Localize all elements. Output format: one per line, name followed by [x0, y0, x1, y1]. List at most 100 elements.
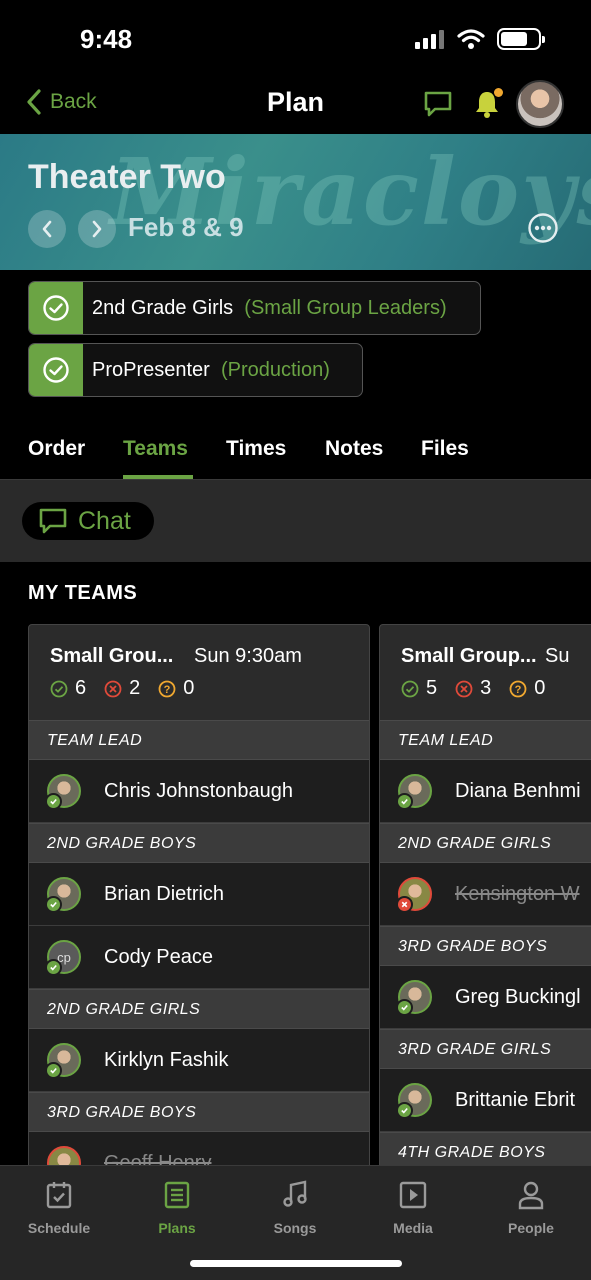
bottom-tab-label: People [508, 1220, 554, 1236]
status-bar: 9:48 [0, 0, 591, 80]
team-section-header: 3RD GRADE BOYS [29, 1092, 369, 1132]
status-counts: 6 2? 0 [50, 677, 194, 700]
position-pill[interactable]: 2nd Grade Girls (Small Group Leaders) [28, 281, 481, 335]
active-tab-indicator [123, 475, 193, 479]
team-card[interactable]: Small Group... Su 5 3? 0 TEAM LEAD Diana Benhm… [379, 624, 591, 1165]
check-circle-icon [29, 282, 83, 334]
position-team: ProPresenter [92, 358, 210, 381]
confirmed-count: 6 [75, 677, 87, 699]
team-member-row[interactable]: Kensington W [380, 863, 591, 926]
chevron-left-icon [42, 220, 52, 238]
chat-area: Chat [0, 480, 591, 562]
team-section-header: 2ND GRADE GIRLS [380, 823, 591, 863]
check-circle-icon [29, 344, 83, 396]
member-name: Diana Benhmi [455, 780, 581, 802]
confirmed-badge-icon [45, 1062, 62, 1079]
tab-order[interactable]: Order [28, 437, 85, 461]
team-member-row[interactable]: Brittanie Ebrit [380, 1069, 591, 1132]
cellular-signal-icon [415, 30, 444, 49]
confirmed-badge-icon [396, 793, 413, 810]
position-team: 2nd Grade Girls [92, 296, 234, 319]
tab-teams[interactable]: Teams [123, 437, 188, 461]
member-name: Kensington W [455, 883, 580, 905]
bottom-tab-people[interactable]: People [481, 1178, 581, 1236]
status-counts: 5 3? 0 [401, 677, 545, 700]
battery-icon [497, 28, 545, 50]
team-section-header: 2ND GRADE BOYS [29, 823, 369, 863]
bottom-tab-schedule[interactable]: Schedule [9, 1178, 109, 1236]
plan-date: Feb 8 & 9 [128, 212, 244, 242]
confirmed-badge-icon [396, 1102, 413, 1119]
plan-hero-banner: Miracloys Theater Two Feb 8 & 9 [0, 134, 591, 270]
position-role: (Small Group Leaders) [244, 296, 447, 319]
team-member-row[interactable]: Diana Benhmi [380, 760, 591, 823]
tab-notes[interactable]: Notes [325, 437, 383, 461]
team-member-row[interactable]: Geoff Henry [29, 1132, 369, 1165]
wifi-icon [457, 29, 485, 49]
person-icon [518, 1181, 544, 1210]
team-member-row[interactable]: Chris Johnstonbaugh [29, 760, 369, 823]
confirmed-icon [50, 680, 68, 697]
team-time: Sun 9:30am [194, 645, 302, 667]
confirmed-icon [401, 680, 419, 697]
team-card[interactable]: Small Grou... Sun 9:30am 6 2? 0 TEAM LEAD Chri… [28, 624, 370, 1165]
member-name: Greg Buckingl [455, 986, 581, 1008]
back-button[interactable]: Back [26, 88, 97, 116]
team-time: Su [545, 645, 570, 667]
user-avatar[interactable] [516, 80, 564, 128]
declined-count: 3 [480, 677, 492, 699]
tab-times[interactable]: Times [226, 437, 286, 461]
plan-tabs: Order Teams Times Notes Files [0, 420, 591, 480]
media-play-icon [399, 1181, 427, 1209]
position-pill[interactable]: ProPresenter (Production) [28, 343, 363, 397]
status-time: 9:48 [80, 24, 133, 54]
chat-bubble-icon [39, 508, 67, 534]
previous-plan-button[interactable] [28, 210, 66, 248]
chat-button[interactable]: Chat [22, 502, 154, 540]
chat-bubble-icon[interactable] [423, 90, 453, 118]
member-name: Chris Johnstonbaugh [104, 780, 294, 802]
confirmed-badge-icon [45, 896, 62, 913]
chevron-right-icon [92, 220, 102, 238]
unconfirmed-count: 0 [534, 677, 546, 699]
team-name: Small Group... [401, 645, 537, 667]
team-section-header: 3RD GRADE GIRLS [380, 1029, 591, 1069]
member-name: Brittanie Ebrit [455, 1089, 576, 1111]
nav-bar: Back Plan [0, 80, 591, 134]
more-options-icon[interactable] [527, 212, 559, 244]
team-section-header: TEAM LEAD [380, 720, 591, 760]
team-member-row[interactable]: Kirklyn Fashik [29, 1029, 369, 1092]
confirmed-count: 5 [426, 677, 438, 699]
confirmed-badge-icon [45, 793, 62, 810]
unconfirmed-icon: ? [509, 680, 527, 697]
team-card-header: Small Grou... Sun 9:30am 6 2? 0 [29, 625, 369, 720]
svg-text:?: ? [164, 684, 171, 696]
home-indicator [190, 1260, 402, 1267]
team-member-row[interactable]: Greg Buckingl [380, 966, 591, 1029]
bottom-tab-media[interactable]: Media [363, 1178, 463, 1236]
bottom-tab-songs[interactable]: Songs [245, 1178, 345, 1236]
back-label: Back [50, 90, 97, 113]
confirmed-badge-icon [396, 999, 413, 1016]
team-member-row[interactable]: cp Cody Peace [29, 926, 369, 989]
member-name: Brian Dietrich [104, 883, 225, 905]
member-name: Kirklyn Fashik [104, 1049, 229, 1071]
bottom-tab-plans[interactable]: Plans [127, 1178, 227, 1236]
tab-files[interactable]: Files [421, 437, 469, 461]
declined-badge-icon [396, 896, 413, 913]
notification-dot [494, 88, 503, 97]
music-note-icon [283, 1180, 307, 1207]
plans-icon [164, 1181, 190, 1209]
chat-label: Chat [78, 506, 131, 535]
unconfirmed-count: 0 [183, 677, 195, 699]
team-member-row[interactable]: Brian Dietrich [29, 863, 369, 926]
next-plan-button[interactable] [78, 210, 116, 248]
team-name: Small Grou... [50, 645, 174, 667]
declined-icon [104, 680, 122, 697]
status-icons [415, 28, 545, 50]
team-card-header: Small Group... Su 5 3? 0 [380, 625, 591, 720]
team-section-header: 2ND GRADE GIRLS [29, 989, 369, 1029]
bottom-tab-label: Media [393, 1220, 433, 1236]
team-section-header: 4TH GRADE BOYS [380, 1132, 591, 1165]
member-name: Geoff Henry [104, 1152, 212, 1165]
